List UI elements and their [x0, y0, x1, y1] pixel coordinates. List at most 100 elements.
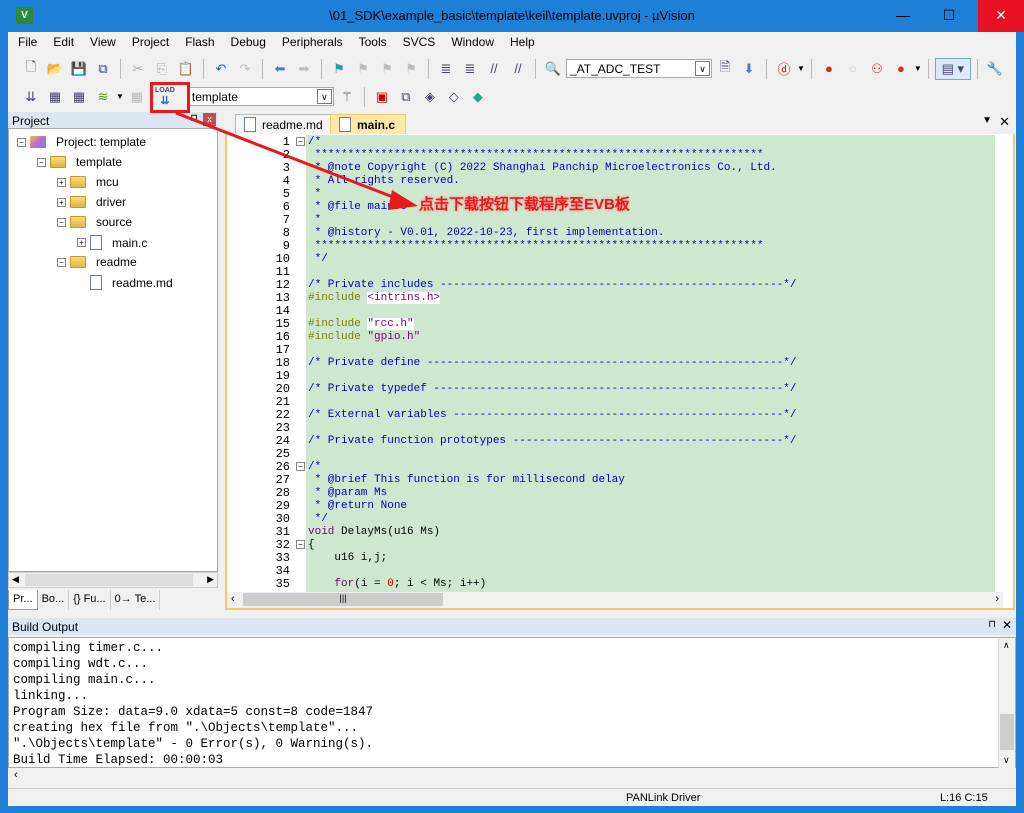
tab-main-c[interactable]: main.c	[330, 114, 407, 134]
tree-item[interactable]: − template	[37, 155, 122, 169]
collapse-icon[interactable]: −	[17, 137, 26, 147]
minimize-button[interactable]: —	[880, 0, 926, 32]
expand-icon[interactable]: +	[77, 238, 86, 247]
tree-item[interactable]: + mcu	[57, 175, 119, 189]
incremental-find-icon[interactable]: ⬇	[738, 58, 760, 80]
expand-icon[interactable]: +	[57, 177, 66, 187]
menu-help[interactable]: Help	[502, 32, 543, 52]
kill-breakpoints-icon[interactable]: ●	[890, 58, 912, 80]
tree-item[interactable]: − readme	[57, 255, 137, 269]
tree-item[interactable]: + main.c	[77, 235, 147, 250]
chevron-down-icon[interactable]: ∨	[695, 61, 710, 76]
collapse-icon[interactable]: −	[57, 217, 66, 227]
disable-breakpoint-icon[interactable]: ○	[842, 58, 864, 80]
build-icon[interactable]: ▦	[44, 86, 66, 108]
undo-icon[interactable]: ↶	[210, 58, 232, 80]
target-select[interactable]: template ∨	[187, 87, 334, 106]
build-output-text[interactable]: compiling timer.c... compiling wdt.c... co…	[8, 637, 1016, 768]
code-token: * All rights reserved.	[308, 175, 460, 187]
menu-flash[interactable]: Flash	[177, 32, 222, 52]
new-file-icon[interactable]: 🗋	[20, 58, 42, 80]
maximize-button[interactable]: ☐	[926, 0, 972, 32]
code-token: /* Private function prototypes ---------…	[308, 435, 797, 447]
tree-item[interactable]: + driver	[57, 195, 126, 209]
output-vscrollbar[interactable]: ∧ ∨	[998, 638, 1015, 768]
menu-window[interactable]: Window	[443, 32, 502, 52]
menu-view[interactable]: View	[82, 32, 124, 52]
disable-all-breakpoints-icon[interactable]: ⚇	[866, 58, 888, 80]
collapse-icon[interactable]: −	[37, 157, 46, 167]
window-layout-icon[interactable]: ▤ ▾	[934, 57, 971, 80]
fold-toggle-icon[interactable]: −	[296, 540, 305, 549]
fold-toggle-icon[interactable]: −	[296, 137, 305, 146]
menu-peripherals[interactable]: Peripherals	[274, 32, 351, 52]
menu-debug[interactable]: Debug	[223, 32, 274, 52]
project-tab-1[interactable]: Bo...	[38, 590, 70, 610]
output-hscrollbar[interactable]: ‹	[9, 768, 998, 784]
menu-tools[interactable]: Tools	[351, 32, 395, 52]
comment-icon[interactable]: //	[483, 58, 505, 80]
run-time-environment-icon[interactable]: ◆	[467, 86, 489, 108]
indent-icon[interactable]: ≣	[435, 58, 457, 80]
find-icon[interactable]: 🗎	[714, 58, 736, 80]
collapse-icon[interactable]: −	[57, 257, 66, 267]
menu-edit[interactable]: Edit	[45, 32, 82, 52]
close-button[interactable]: ✕	[978, 0, 1024, 32]
find-combo[interactable]: _AT_ADC_TEST ∨	[566, 59, 712, 78]
fold-toggle-icon[interactable]: −	[296, 462, 305, 471]
configure-wrench-icon[interactable]: 🔧	[984, 58, 1006, 80]
output-line: compiling wdt.c...	[13, 657, 149, 671]
menu-file[interactable]: File	[10, 32, 45, 52]
rebuild-icon[interactable]: ▦	[68, 86, 90, 108]
code-line: /*	[308, 136, 321, 149]
close-panel-icon[interactable]: ✕	[1002, 618, 1012, 632]
bookmark-icon[interactable]: ⚑	[328, 58, 350, 80]
tab-readme-md[interactable]: readme.md	[235, 114, 334, 134]
tree-item[interactable]: readme.md	[77, 275, 173, 290]
pack-installer-icon[interactable]: ◈	[419, 86, 441, 108]
paste-icon[interactable]: 📋	[175, 58, 197, 80]
select-packs-icon[interactable]: ◇	[443, 86, 465, 108]
menu-project[interactable]: Project	[124, 32, 177, 52]
nav-back-icon[interactable]: ⬅	[269, 58, 291, 80]
code-token: "rcc.h"	[367, 318, 414, 330]
project-hscrollbar[interactable]: ◀ ▶	[8, 572, 218, 588]
save-icon[interactable]: 💾	[68, 58, 90, 80]
unindent-icon[interactable]: ≣	[459, 58, 481, 80]
breakpoint-icon[interactable]: ●	[818, 58, 840, 80]
uncomment-icon[interactable]: //	[507, 58, 529, 80]
open-folder-icon[interactable]: 📂	[44, 58, 66, 80]
tree-item[interactable]: − Project: template	[17, 135, 146, 149]
prev-bookmark-icon[interactable]: ⚑	[352, 58, 374, 80]
project-tab-2[interactable]: {} Fu...	[69, 590, 111, 610]
next-bookmark-icon[interactable]: ⚑	[376, 58, 398, 80]
translate-icon[interactable]: ⇊	[20, 86, 42, 108]
line-number: 7	[282, 213, 290, 227]
editor-hscrollbar[interactable]: ‹ ||| ›	[227, 592, 1003, 608]
pin-icon[interactable]: ⊓	[190, 113, 198, 124]
project-tab-0[interactable]: Pr...	[8, 590, 38, 610]
debug-session-icon[interactable]: ⓓ	[773, 58, 795, 80]
batch-build-icon[interactable]: ≋	[92, 86, 114, 108]
stop-build-icon[interactable]: ▦	[126, 86, 148, 108]
pin-icon[interactable]: ⊓	[988, 619, 996, 630]
clear-bookmarks-icon[interactable]: ⚑	[400, 58, 422, 80]
code-line: *	[308, 214, 322, 227]
close-panel-icon[interactable]: x	[203, 113, 216, 126]
save-all-icon[interactable]: ⧉	[92, 58, 114, 80]
expand-icon[interactable]: +	[57, 197, 66, 207]
file-extensions-icon[interactable]: ▣	[371, 86, 393, 108]
chevron-down-icon[interactable]: ∨	[316, 89, 332, 104]
target-options-wand-icon[interactable]: ⚚	[336, 86, 358, 108]
tab-list-dropdown-icon[interactable]: ▼	[982, 115, 992, 126]
menu-svcs[interactable]: SVCS	[395, 32, 444, 52]
cut-icon[interactable]: ✂	[127, 58, 149, 80]
redo-icon[interactable]: ↷	[234, 58, 256, 80]
project-tab-3[interactable]: 0→ Te...	[111, 590, 161, 610]
copy-icon[interactable]: ⎘	[151, 58, 173, 80]
find-in-files-icon[interactable]: 🔍	[542, 58, 564, 80]
manage-multi-project-icon[interactable]: ⧉	[395, 86, 417, 108]
nav-forward-icon[interactable]: ➡	[293, 58, 315, 80]
close-tab-icon[interactable]: ✕	[999, 114, 1010, 130]
tree-item[interactable]: − source	[57, 215, 132, 229]
